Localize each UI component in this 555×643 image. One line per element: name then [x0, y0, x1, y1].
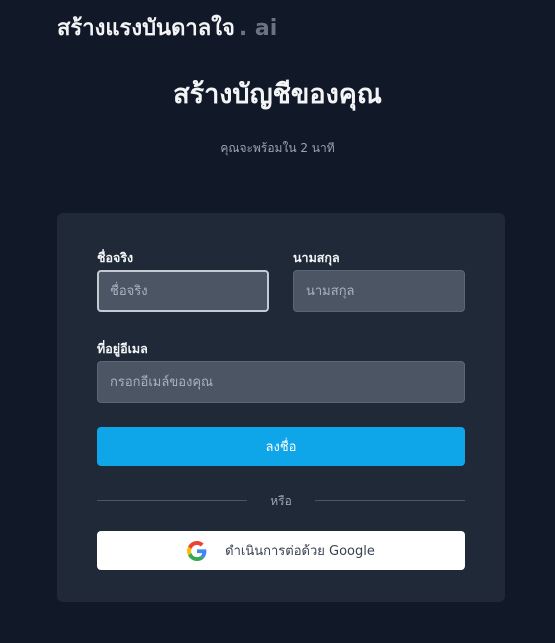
- brand-suffix: . ai: [238, 16, 278, 41]
- brand-logo[interactable]: สร้างแรงบันดาลใจ. ai: [57, 10, 277, 45]
- last-name-input[interactable]: [293, 270, 465, 312]
- signup-button[interactable]: ลงชื่อ: [97, 427, 465, 466]
- first-name-label: ชื่อจริง: [97, 250, 134, 265]
- divider-line-right: [315, 500, 465, 501]
- google-button-label: ดำเนินการต่อด้วย Google: [225, 544, 375, 559]
- brand-name: สร้างแรงบันดาลใจ: [57, 16, 235, 41]
- first-name-input[interactable]: [97, 270, 269, 312]
- google-signin-button[interactable]: ดำเนินการต่อด้วย Google: [97, 531, 465, 570]
- email-label: ที่อยู่อีเมล: [97, 341, 148, 356]
- divider-or-text: หรือ: [270, 494, 292, 508]
- divider-line-left: [97, 500, 247, 501]
- google-g-icon: [187, 540, 207, 561]
- last-name-label: นามสกุล: [293, 250, 340, 265]
- email-input[interactable]: [97, 361, 465, 403]
- signup-card: ชื่อจริง นามสกุล ที่อยู่อีเมล ลงชื่อ หรื…: [57, 213, 505, 602]
- page-title: สร้างบัญชีของคุณ: [173, 79, 382, 110]
- page-subtitle: คุณจะพร้อมใน 2 นาที: [220, 141, 335, 155]
